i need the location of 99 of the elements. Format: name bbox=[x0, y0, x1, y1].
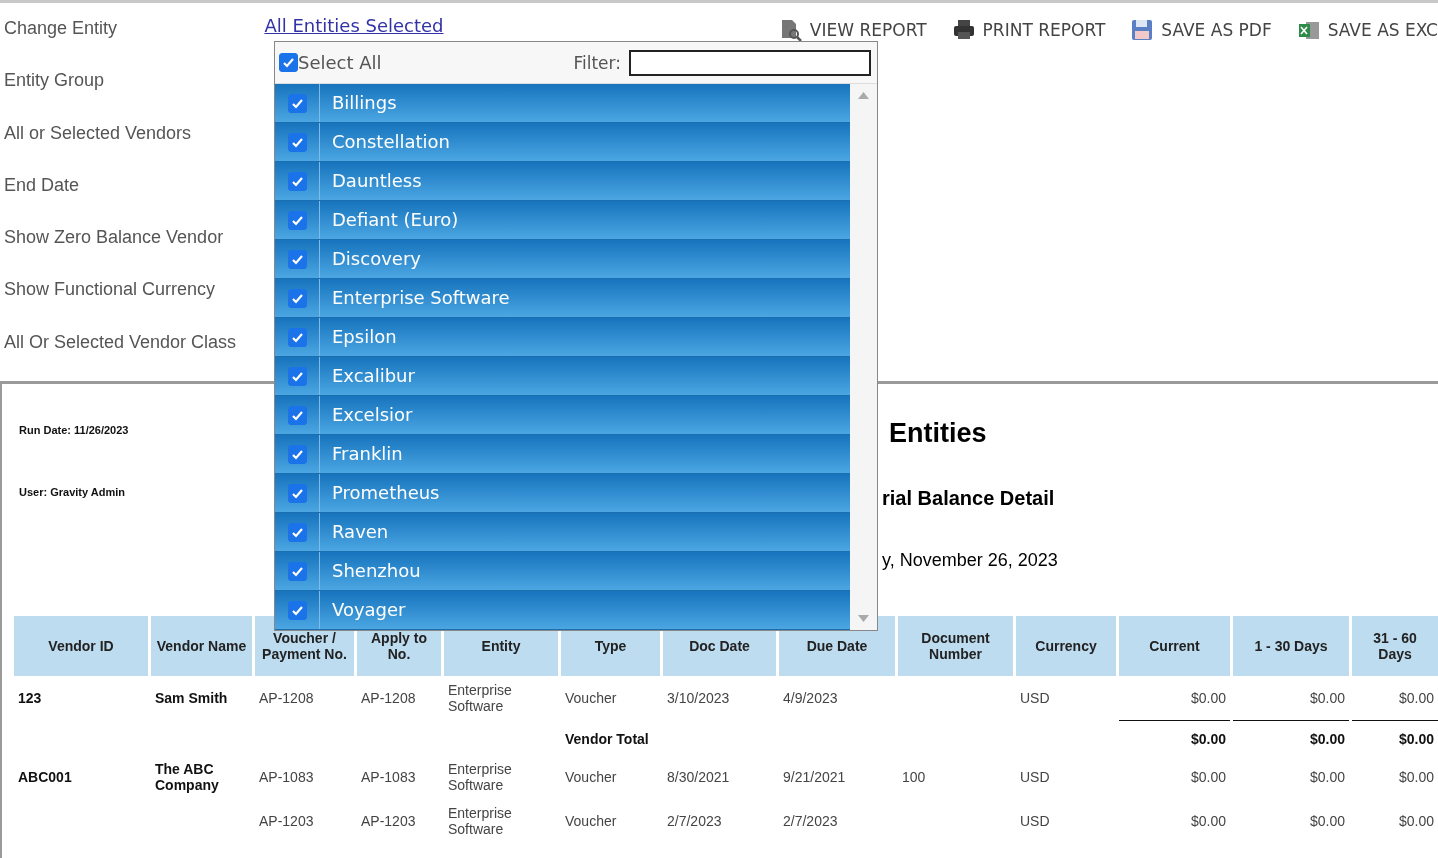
column-header: Currency bbox=[1016, 616, 1116, 676]
column-header: Vendor Name bbox=[151, 616, 252, 676]
column-header: 1 - 30 Days bbox=[1233, 616, 1349, 676]
column-header: Vendor ID bbox=[14, 616, 148, 676]
report-title: Entities bbox=[889, 418, 988, 449]
table-cell-text: 100 bbox=[901, 768, 927, 787]
table-cell-text: USD bbox=[1019, 689, 1051, 708]
column-header: 31 - 60 Days bbox=[1352, 616, 1438, 676]
run-date: Run Date: 11/26/2023 bbox=[19, 424, 129, 436]
table-cell-text: 9/21/2021 bbox=[782, 768, 847, 787]
table-cell-text: $0.00 bbox=[1397, 812, 1435, 831]
filter-label: Filter: bbox=[573, 52, 621, 73]
entity-option[interactable]: Dauntless bbox=[275, 162, 850, 201]
checkbox[interactable] bbox=[287, 444, 307, 464]
entity-option[interactable]: Franklin bbox=[275, 435, 850, 474]
table-cell-text: ABC001 bbox=[17, 768, 73, 787]
table-cell-text: 3/10/2023 bbox=[666, 689, 731, 708]
entity-option[interactable]: Raven bbox=[275, 513, 850, 552]
checkbox[interactable] bbox=[287, 249, 307, 269]
checkbox[interactable] bbox=[287, 522, 307, 542]
entity-option[interactable]: Discovery bbox=[275, 240, 850, 279]
total-label: Vendor Total bbox=[564, 729, 650, 749]
table-cell-text: AP-1203 bbox=[258, 812, 315, 831]
table-cell-text: Voucher bbox=[564, 689, 618, 708]
checkbox[interactable] bbox=[287, 171, 307, 191]
report-subtitle: rial Balance Detail bbox=[882, 487, 1056, 510]
table-cell-text: AP-1083 bbox=[258, 768, 315, 787]
user-name: User: Gravity Admin bbox=[19, 486, 125, 498]
entity-option[interactable]: Constellation bbox=[275, 123, 850, 162]
filter-label: Change Entity bbox=[4, 17, 119, 40]
entity-option[interactable]: Billings bbox=[275, 84, 850, 123]
table-cell-text: $0.00 bbox=[1189, 768, 1227, 787]
entity-option[interactable]: Defiant (Euro) bbox=[275, 201, 850, 240]
table-cell-text: Enterprise Software bbox=[447, 760, 513, 795]
spreadsheet-icon bbox=[1297, 19, 1320, 41]
filter-label: End Date bbox=[4, 173, 81, 197]
toolbar-button[interactable]: VIEW REPORT bbox=[779, 19, 927, 41]
entity-option[interactable]: Prometheus bbox=[275, 474, 850, 513]
checkbox[interactable] bbox=[287, 405, 307, 425]
table-cell: $0.00 bbox=[1233, 720, 1349, 755]
checkbox[interactable] bbox=[287, 366, 307, 386]
entity-option[interactable]: Excalibur bbox=[275, 357, 850, 396]
filter-label: Entity Group bbox=[4, 69, 106, 93]
table-cell-text: Enterprise Software bbox=[447, 804, 513, 839]
printer-icon bbox=[952, 19, 975, 41]
table-cell-text: Voucher bbox=[564, 768, 618, 787]
table-cell-text: $0.00 bbox=[1308, 689, 1346, 708]
table-cell-text: AP-1208 bbox=[360, 689, 417, 708]
check-icon bbox=[282, 56, 295, 69]
entity-option[interactable]: Excelsior bbox=[275, 396, 850, 435]
checkbox[interactable] bbox=[287, 483, 307, 503]
checkbox[interactable] bbox=[279, 53, 298, 72]
table-cell-text: USD bbox=[1019, 812, 1051, 831]
filter-label: All or Selected Vendors bbox=[4, 121, 193, 145]
column-header: Document Number bbox=[898, 616, 1013, 676]
checkbox[interactable] bbox=[287, 210, 307, 230]
table-cell-text: Enterprise Software bbox=[447, 681, 513, 716]
checkbox[interactable] bbox=[287, 327, 307, 347]
select-all-label: Select All bbox=[298, 52, 383, 73]
table-cell-text: 4/9/2023 bbox=[782, 689, 839, 708]
table-cell-text: The ABC Company bbox=[154, 760, 220, 795]
toolbar-button[interactable]: SAVE AS PDF bbox=[1131, 19, 1272, 41]
table-cell-text: $0.00 bbox=[1397, 768, 1435, 787]
toolbar-button[interactable]: PRINT REPORT bbox=[952, 19, 1106, 41]
toolbar-button[interactable]: SAVE AS EXC bbox=[1297, 19, 1438, 41]
entity-option[interactable]: Voyager bbox=[275, 591, 850, 630]
filter-label: Show Functional Currency bbox=[4, 278, 217, 302]
table-cell-text: $0.00 bbox=[1189, 812, 1227, 831]
table-cell-text: $0.00 bbox=[1397, 689, 1435, 708]
entities-link[interactable]: All Entities Selected bbox=[264, 15, 444, 36]
entity-option[interactable]: Enterprise Software bbox=[275, 279, 850, 318]
table-cell: $0.00 bbox=[1352, 720, 1438, 755]
checkbox[interactable] bbox=[287, 288, 307, 308]
checkbox[interactable] bbox=[287, 600, 307, 620]
table-cell-text: $0.00 bbox=[1308, 812, 1346, 831]
table-cell-text: AP-1203 bbox=[360, 812, 417, 831]
table-cell-text: AP-1208 bbox=[258, 689, 315, 708]
table-cell-text: 2/7/2023 bbox=[782, 812, 839, 831]
checkbox[interactable] bbox=[287, 93, 307, 113]
table-cell-text: AP-1083 bbox=[360, 768, 417, 787]
column-header: Current bbox=[1119, 616, 1230, 676]
table-cell-text: $0.00 bbox=[1189, 689, 1227, 708]
table-cell-text: 2/7/2023 bbox=[666, 812, 723, 831]
table-cell-text: USD bbox=[1019, 768, 1051, 787]
table-cell-text: Voucher bbox=[564, 812, 618, 831]
table-cell: $0.00 bbox=[1119, 720, 1230, 755]
table-cell-text: Sam Smith bbox=[154, 689, 229, 708]
filter-field[interactable] bbox=[629, 49, 871, 76]
filter-label: All Or Selected Vendor Class bbox=[4, 330, 238, 354]
report-date: y, November 26, 2023 bbox=[882, 550, 1058, 571]
checkbox[interactable] bbox=[287, 561, 307, 581]
checkbox[interactable] bbox=[287, 132, 307, 152]
entity-option[interactable]: Shenzhou bbox=[275, 552, 850, 591]
table-cell-text: $0.00 bbox=[1308, 768, 1346, 787]
table-cell-text: 8/30/2021 bbox=[666, 768, 731, 787]
entity-option[interactable]: Epsilon bbox=[275, 318, 850, 357]
filter-label: Show Zero Balance Vendor bbox=[4, 226, 225, 250]
table-cell-text: 123 bbox=[17, 689, 43, 708]
document-search-icon bbox=[779, 19, 802, 41]
